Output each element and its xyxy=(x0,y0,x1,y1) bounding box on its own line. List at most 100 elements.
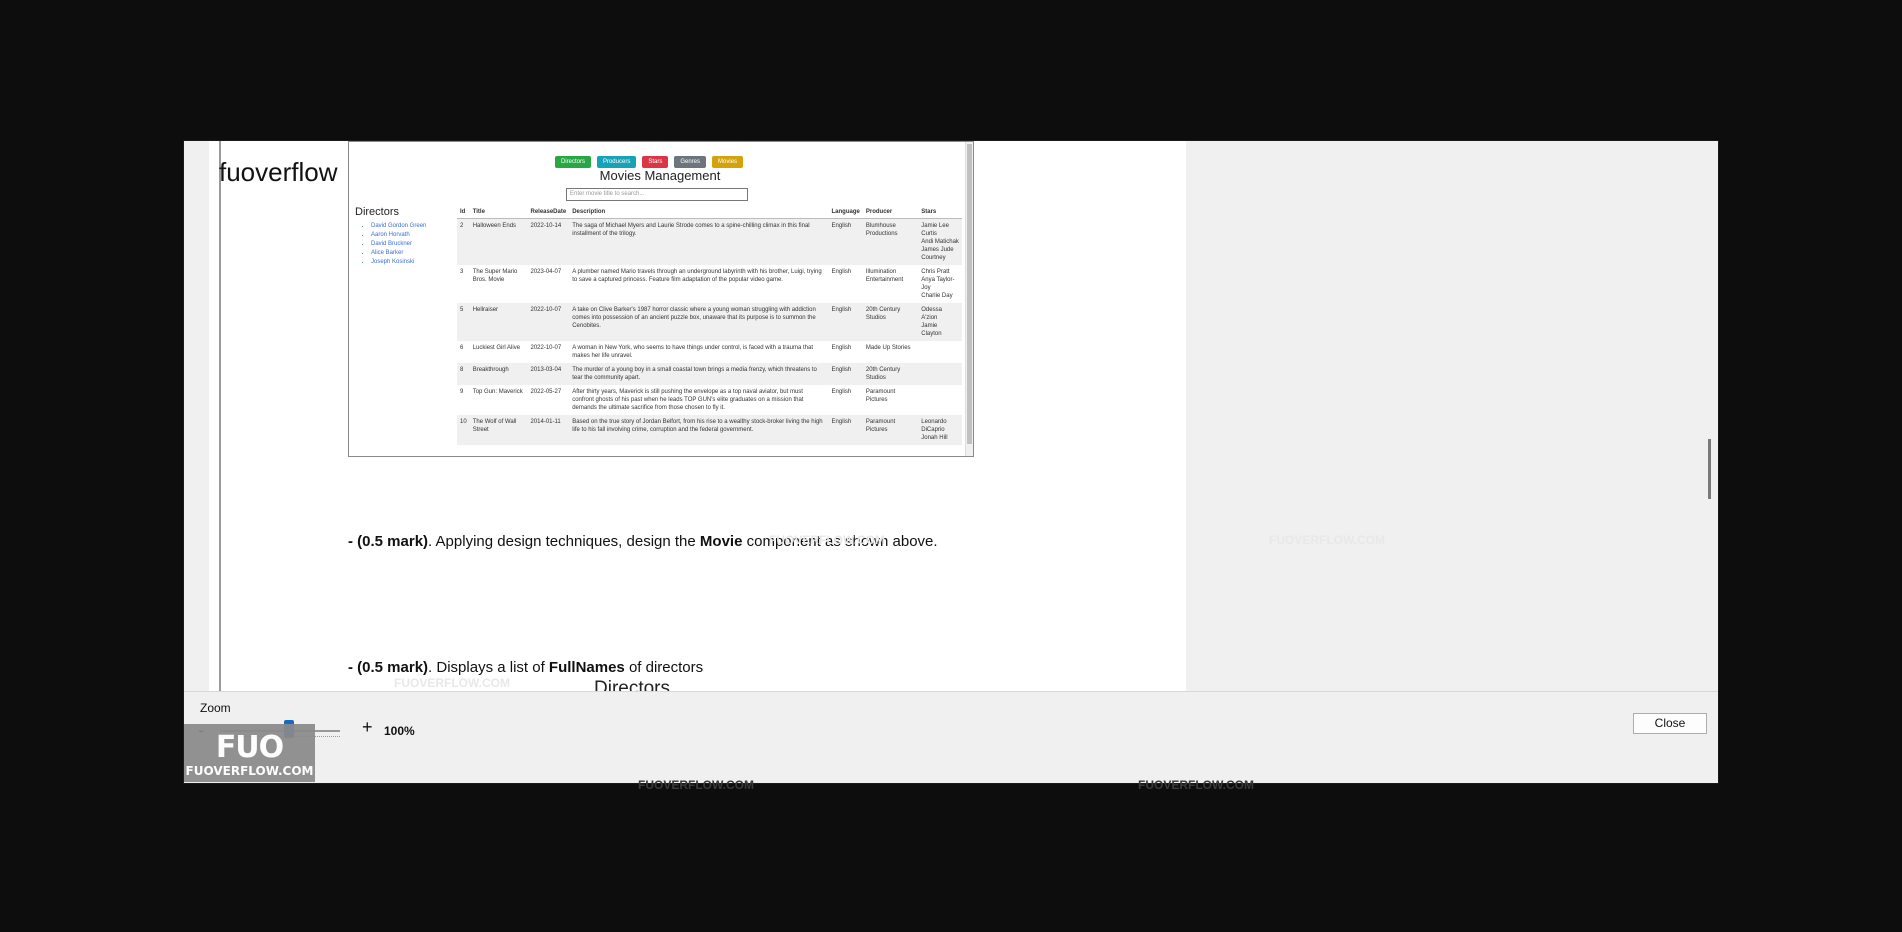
table-cell: Luckiest Girl Alive xyxy=(472,345,521,351)
column-header: Producer xyxy=(862,206,919,219)
table-cell xyxy=(918,363,962,385)
screenshot-scrollbar xyxy=(965,142,973,456)
embedded-screenshot: Directors Producers Stars Genres Movies Movi… xyxy=(348,141,974,457)
nav-button-genres: Genres xyxy=(674,156,707,168)
logo-text: FUOVERFLOW.COM xyxy=(185,764,314,778)
watermark-logo: FUO FUOVERFLOW.COM xyxy=(184,724,315,782)
table-cell xyxy=(918,385,962,415)
table-cell: A take on Clive Barker's 1987 horror cla… xyxy=(569,303,829,341)
table-cell xyxy=(918,341,962,363)
mark-label: - (0.5 mark) xyxy=(348,533,429,550)
table-cell: 2022-10-07 xyxy=(530,345,562,351)
column-header: Language xyxy=(828,206,863,219)
table-cell: English xyxy=(831,269,852,275)
table-cell: Illumination Entertainment xyxy=(865,269,904,283)
table-cell: 2022-05-27 xyxy=(530,389,562,395)
paragraph-text: . Applying design techniques, design the xyxy=(428,533,700,550)
screenshot-sidebar: Directors David Gordon Green Aaron Horva… xyxy=(355,206,455,267)
table-cell: A plumber named Mario travels through an… xyxy=(572,269,822,283)
table-row: 3 The Super Mario Bros. Movie 2023-04-07 A … xyxy=(457,265,962,303)
nav-button-stars: Stars xyxy=(642,156,669,168)
table-header-row: Id Title ReleaseDate Description Languag… xyxy=(457,206,962,219)
zoom-bar: Zoom - + 100% Close xyxy=(184,691,1718,783)
paragraph-text: . Displays a list of xyxy=(428,659,549,676)
table-cell: Based on the true story of Jordan Belfor… xyxy=(569,415,829,445)
table-cell: 2022-10-07 xyxy=(527,303,570,341)
table-cell: Paramount Pictures xyxy=(862,415,919,445)
zoom-value: 100% xyxy=(384,724,415,738)
table-cell: Top Gun: Maverick xyxy=(472,389,523,395)
paragraph-keyword: Movie xyxy=(699,533,743,550)
table-cell: 5 xyxy=(457,303,470,341)
screenshot-nav: Directors Producers Stars Genres Movies xyxy=(349,150,949,168)
table-cell: 20th Century Studios xyxy=(862,303,919,341)
mark-label: - (0.5 mark) xyxy=(348,659,429,676)
table-cell: Made Up Stories xyxy=(865,345,911,351)
table-row: 8 Breakthrough 2013-03-04 The murder of a y… xyxy=(457,363,962,385)
table-cell: 2022-10-14 xyxy=(527,218,570,265)
table-row: 5 Hellraiser 2022-10-07 A take on Clive Bar… xyxy=(457,303,962,341)
document-viewport[interactable]: fuoverflow Directors Producers Stars Genres… xyxy=(184,141,1704,691)
column-header: ReleaseDate xyxy=(527,206,570,219)
table-cell: 9 xyxy=(460,389,464,395)
sidebar-title: Directors xyxy=(355,206,400,218)
nav-button-directors: Directors xyxy=(554,156,591,168)
watermark: FUOVERFLOW.COM xyxy=(769,533,885,547)
table-cell: Odessa A'zion Jamie Clayton xyxy=(918,303,962,341)
margin-line xyxy=(219,141,221,691)
table-cell: The saga of Michael Myers and Laurie Str… xyxy=(569,218,829,265)
next-section-heading: Directors xyxy=(594,678,671,691)
nav-button-producers: Producers xyxy=(596,156,637,168)
watermark: FUOVERFLOW.COM xyxy=(1138,778,1254,792)
table-cell: English xyxy=(828,218,863,265)
sidebar-director-link: David Gordon Green xyxy=(371,222,455,231)
nav-button-movies: Movies xyxy=(712,156,744,168)
column-header: Stars xyxy=(918,206,962,219)
column-header: Id xyxy=(457,206,470,219)
screenshot-search-input: Enter movie title to search... xyxy=(566,188,748,201)
table-cell: 2014-01-11 xyxy=(527,415,570,445)
watermark: FUOVERFLOW.COM xyxy=(394,676,510,690)
table-row: 10 The Wolf of Wall Street 2014-01-11 Based… xyxy=(457,415,962,445)
table-cell: Breakthrough xyxy=(469,363,528,385)
table-row: 2 Halloween Ends 2022-10-14 The saga of Mic… xyxy=(457,218,962,265)
table-cell: 8 xyxy=(457,363,470,385)
close-button[interactable]: Close xyxy=(1633,713,1707,734)
table-row: 9 Top Gun: Maverick 2022-05-27 After thirty… xyxy=(457,385,962,415)
sidebar-director-link: David Bruckner xyxy=(371,240,455,249)
movies-table: Id Title ReleaseDate Description Languag… xyxy=(457,206,962,445)
paragraph-keyword: FullNames xyxy=(548,659,625,676)
sidebar-director-link: Joseph Kosinski xyxy=(371,258,455,267)
table-cell: 6 xyxy=(460,345,464,351)
table-cell: English xyxy=(831,345,852,351)
zoom-in-button[interactable]: + xyxy=(362,717,378,737)
table-cell: English xyxy=(828,415,863,445)
zoom-label: Zoom xyxy=(200,701,231,715)
table-cell: Jamie Lee Curtis Andi Matichak James Jud… xyxy=(918,218,962,265)
column-header: Title xyxy=(469,206,528,219)
table-cell: After thirty years, Maverick is still pu… xyxy=(572,389,804,411)
document-viewer-window: fuoverflow Directors Producers Stars Genres… xyxy=(183,140,1719,784)
table-cell: 2 xyxy=(457,218,470,265)
table-cell: The Super Mario Bros. Movie xyxy=(472,269,518,283)
table-cell: A woman in New York, who seems to have t… xyxy=(572,345,813,359)
table-cell: The Wolf of Wall Street xyxy=(469,415,528,445)
table-cell: English xyxy=(828,303,863,341)
sidebar-director-link: Aaron Horvath xyxy=(371,231,455,240)
table-cell: Leonardo DiCaprio Jonah Hill xyxy=(918,415,962,445)
table-cell: Hellraiser xyxy=(469,303,528,341)
table-cell: 20th Century Studios xyxy=(862,363,919,385)
table-row: 6 Luckiest Girl Alive 2022-10-07 A woman in… xyxy=(457,341,962,363)
screenshot-heading: Movies Management xyxy=(599,168,721,183)
vertical-scrollbar[interactable] xyxy=(1704,141,1718,691)
screenshot-scroll-thumb xyxy=(967,144,972,444)
watermark: FUOVERFLOW.COM xyxy=(1269,533,1385,547)
table-cell: Halloween Ends xyxy=(469,218,528,265)
table-cell: Blumhouse Productions xyxy=(862,218,919,265)
vertical-scroll-thumb[interactable] xyxy=(1708,439,1711,499)
table-cell: 2023-04-07 xyxy=(530,269,562,275)
document-page: fuoverflow Directors Producers Stars Genres… xyxy=(209,141,1186,691)
table-cell: 2013-03-04 xyxy=(527,363,570,385)
table-cell: The murder of a young boy in a small coa… xyxy=(569,363,829,385)
column-header: Description xyxy=(569,206,829,219)
